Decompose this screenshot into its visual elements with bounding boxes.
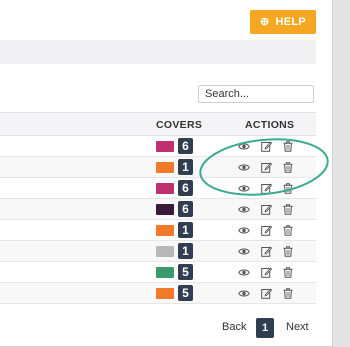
edit-button[interactable]: [259, 265, 273, 279]
table-header: COVERS ACTIONS: [0, 112, 316, 136]
pagination-current-page[interactable]: 1: [256, 318, 274, 338]
trash-icon: [283, 245, 293, 257]
eye-icon: [238, 205, 250, 214]
plus-circle-icon: ⊕: [259, 15, 270, 28]
view-button[interactable]: [237, 139, 251, 153]
delete-button[interactable]: [281, 139, 295, 153]
view-button[interactable]: [237, 202, 251, 216]
trash-icon: [283, 182, 293, 194]
eye-icon: [238, 247, 250, 256]
cover-thumbnail: [156, 204, 174, 215]
help-button[interactable]: ⊕ HELP: [250, 10, 316, 34]
delete-button[interactable]: [281, 223, 295, 237]
eye-icon: [238, 184, 250, 193]
edit-icon: [260, 141, 272, 152]
toolbar-strip: [0, 40, 316, 64]
eye-icon: [238, 142, 250, 151]
table-row: 1: [0, 157, 316, 178]
pagination-next[interactable]: Next: [286, 321, 309, 333]
delete-button[interactable]: [281, 244, 295, 258]
edit-icon: [260, 162, 272, 173]
edit-button[interactable]: [259, 160, 273, 174]
view-button[interactable]: [237, 160, 251, 174]
content-panel: ⊕ HELP COVERS ACTIONS 6 1 6 6 1 1 5 5 Back 1 Ne…: [0, 0, 333, 347]
covers-count-badge: 1: [178, 243, 193, 259]
edit-button[interactable]: [259, 244, 273, 258]
edit-icon: [260, 204, 272, 215]
table-row: 1: [0, 220, 316, 241]
view-button[interactable]: [237, 265, 251, 279]
cover-thumbnail: [156, 225, 174, 236]
cover-thumbnail: [156, 162, 174, 173]
help-label: HELP: [275, 16, 307, 28]
table-row: 6: [0, 199, 316, 220]
edit-button[interactable]: [259, 223, 273, 237]
delete-button[interactable]: [281, 160, 295, 174]
table-row: 5: [0, 283, 316, 304]
trash-icon: [283, 224, 293, 236]
eye-icon: [238, 226, 250, 235]
edit-icon: [260, 267, 272, 278]
column-header-covers[interactable]: COVERS: [156, 119, 202, 131]
covers-count-badge: 6: [178, 180, 193, 196]
eye-icon: [238, 268, 250, 277]
cover-thumbnail: [156, 141, 174, 152]
covers-count-badge: 1: [178, 159, 193, 175]
trash-icon: [283, 161, 293, 173]
edit-icon: [260, 288, 272, 299]
covers-count-badge: 1: [178, 222, 193, 238]
view-button[interactable]: [237, 244, 251, 258]
search-input[interactable]: [198, 85, 314, 103]
delete-button[interactable]: [281, 265, 295, 279]
view-button[interactable]: [237, 181, 251, 195]
edit-icon: [260, 183, 272, 194]
table-row: 6: [0, 136, 316, 157]
edit-icon: [260, 246, 272, 257]
trash-icon: [283, 203, 293, 215]
delete-button[interactable]: [281, 181, 295, 195]
covers-count-badge: 5: [178, 285, 193, 301]
delete-button[interactable]: [281, 286, 295, 300]
edit-icon: [260, 225, 272, 236]
eye-icon: [238, 163, 250, 172]
eye-icon: [238, 289, 250, 298]
view-button[interactable]: [237, 223, 251, 237]
column-header-actions: ACTIONS: [245, 119, 295, 131]
trash-icon: [283, 140, 293, 152]
edit-button[interactable]: [259, 286, 273, 300]
edit-button[interactable]: [259, 139, 273, 153]
trash-icon: [283, 287, 293, 299]
trash-icon: [283, 266, 293, 278]
cover-thumbnail: [156, 183, 174, 194]
edit-button[interactable]: [259, 202, 273, 216]
delete-button[interactable]: [281, 202, 295, 216]
table-row: 1: [0, 241, 316, 262]
table-row: 6: [0, 178, 316, 199]
table-row: 5: [0, 262, 316, 283]
cover-thumbnail: [156, 246, 174, 257]
covers-count-badge: 5: [178, 264, 193, 280]
view-button[interactable]: [237, 286, 251, 300]
edit-button[interactable]: [259, 181, 273, 195]
covers-count-badge: 6: [178, 138, 193, 154]
cover-thumbnail: [156, 288, 174, 299]
cover-thumbnail: [156, 267, 174, 278]
covers-count-badge: 6: [178, 201, 193, 217]
pagination-back[interactable]: Back: [222, 321, 246, 333]
